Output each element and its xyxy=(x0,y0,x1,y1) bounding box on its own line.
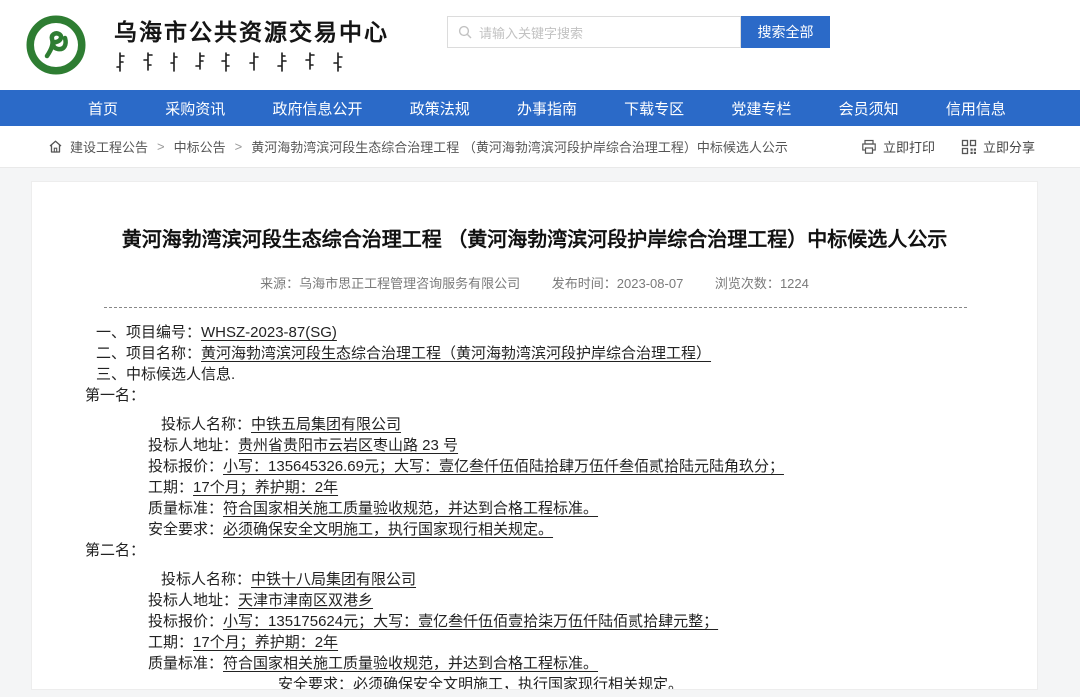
candidate-1-bid-price: 投标报价：小写：135645326.69元；大写：壹亿叁仟伍佰陆拾肆万伍仟叁佰贰… xyxy=(148,456,1037,477)
meta-views-label: 浏览次数： xyxy=(715,276,780,291)
nav-item-policies[interactable]: 政策法规 xyxy=(410,98,470,119)
candidate-1-safety-requirement: 安全要求：必须确保安全文明施工，执行国家现行相关规定。 xyxy=(148,519,1037,540)
candidate-2-duration: 工期：17个月；养护期：2年 xyxy=(148,632,1037,653)
candidate-2-rank: 第二名： xyxy=(85,540,1037,561)
site-title: 乌海市公共资源交易中心 xyxy=(114,13,389,47)
nav-item-gov-info[interactable]: 政府信息公开 xyxy=(272,98,362,119)
nav-item-procurement-news[interactable]: 采购资讯 xyxy=(165,98,225,119)
meta-source: 来源：乌海市思正工程管理咨询服务有限公司 xyxy=(260,276,520,291)
candidate-1-rank: 第一名： xyxy=(85,385,1037,406)
field-value: 中铁十八局集团有限公司 xyxy=(251,571,416,588)
candidate-1-bidder-name: 投标人名称：中铁五局集团有限公司 xyxy=(161,414,1037,435)
nav-item-party-building[interactable]: 党建专栏 xyxy=(731,98,791,119)
qr-share-icon xyxy=(961,139,977,155)
field-label: 投标报价： xyxy=(148,458,223,475)
candidates-heading-label: 三、中标候选人信息. xyxy=(96,366,235,383)
field-label: 投标人地址： xyxy=(148,437,238,454)
project-number-label: 一、项目编号： xyxy=(96,324,201,341)
article-body: 一、项目编号：WHSZ-2023-87(SG) 二、项目名称：黄河海勃湾滨河段生… xyxy=(32,322,1037,690)
project-number-value: WHSZ-2023-87(SG) xyxy=(201,324,337,341)
breadcrumb: 建设工程公告 > 中标公告 > 黄河海勃湾滨河段生态综合治理工程 （黄河海勃湾滨… xyxy=(48,137,788,156)
field-value: 小写：135175624元；大写：壹亿叁仟伍佰壹拾柒万伍仟陆佰贰拾肆元整； xyxy=(223,613,718,630)
field-value: 天津市津南区双港乡 xyxy=(238,592,373,609)
share-button[interactable]: 立即分享 xyxy=(961,137,1035,156)
field-label: 工期： xyxy=(148,634,193,651)
brand-block: 乌海市公共资源交易中心 xyxy=(114,13,389,78)
project-number-line: 一、项目编号：WHSZ-2023-87(SG) xyxy=(96,322,1037,343)
search-all-button[interactable]: 搜索全部 xyxy=(741,16,830,48)
field-label: 安全要求： xyxy=(278,676,353,690)
meta-source-value: 乌海市思正工程管理咨询服务有限公司 xyxy=(299,276,520,291)
field-label: 投标人名称： xyxy=(161,416,251,433)
breadcrumb-current-page: 黄河海勃湾滨河段生态综合治理工程 （黄河海勃湾滨河段护岸综合治理工程）中标候选人… xyxy=(251,137,788,156)
field-value: 必须确保安全文明施工，执行国家现行相关规定。 xyxy=(353,676,683,690)
field-label: 投标人名称： xyxy=(161,571,251,588)
project-name-line: 二、项目名称：黄河海勃湾滨河段生态综合治理工程（黄河海勃湾滨河段护岸综合治理工程… xyxy=(96,343,1037,364)
search-bar: 请输入关键字搜索 搜索全部 xyxy=(447,16,830,48)
page-actions: 立即打印 立即分享 xyxy=(861,137,1035,156)
field-label: 质量标准： xyxy=(148,500,223,517)
meta-views-value: 1224 xyxy=(780,276,809,291)
candidate-1-bidder-address: 投标人地址：贵州省贵阳市云岩区枣山路 23 号 xyxy=(148,435,1037,456)
candidate-2-quality-standard: 质量标准：符合国家相关施工质量验收规范，并达到合格工程标准。 xyxy=(148,653,1037,674)
search-input[interactable]: 请输入关键字搜索 xyxy=(447,16,741,48)
search-placeholder: 请输入关键字搜索 xyxy=(479,23,583,42)
field-value: 必须确保安全文明施工，执行国家现行相关规定。 xyxy=(223,521,553,538)
project-name-value: 黄河海勃湾滨河段生态综合治理工程（黄河海勃湾滨河段护岸综合治理工程） xyxy=(201,345,711,362)
meta-source-label: 来源： xyxy=(260,276,299,291)
field-value: 符合国家相关施工质量验收规范，并达到合格工程标准。 xyxy=(223,500,598,517)
nav-item-downloads[interactable]: 下载专区 xyxy=(624,98,684,119)
home-icon xyxy=(48,139,63,154)
mongolian-script-text xyxy=(114,51,352,73)
field-value: 17个月；养护期：2年 xyxy=(193,634,338,651)
article-title: 黄河海勃湾滨河段生态综合治理工程 （黄河海勃湾滨河段护岸综合治理工程）中标候选人… xyxy=(32,182,1037,254)
print-label: 立即打印 xyxy=(883,137,935,156)
field-label: 安全要求： xyxy=(148,521,223,538)
candidate-1-quality-standard: 质量标准：符合国家相关施工质量验收规范，并达到合格工程标准。 xyxy=(148,498,1037,519)
field-label: 投标报价： xyxy=(148,613,223,630)
breadcrumb-bar: 建设工程公告 > 中标公告 > 黄河海勃湾滨河段生态综合治理工程 （黄河海勃湾滨… xyxy=(0,126,1080,168)
field-value: 17个月；养护期：2年 xyxy=(193,479,338,496)
candidate-1-duration: 工期：17个月；养护期：2年 xyxy=(148,477,1037,498)
site-logo-icon[interactable] xyxy=(25,14,87,76)
field-value: 小写：135645326.69元；大写：壹亿叁仟伍佰陆拾肆万伍仟叁佰贰拾陆元陆角… xyxy=(223,458,784,475)
share-label: 立即分享 xyxy=(983,137,1035,156)
meta-date-value: 2023-08-07 xyxy=(617,276,684,291)
field-value: 贵州省贵阳市云岩区枣山路 23 号 xyxy=(238,437,458,454)
field-value: 中铁五局集团有限公司 xyxy=(251,416,401,433)
candidate-2-bidder-name: 投标人名称：中铁十八局集团有限公司 xyxy=(161,569,1037,590)
project-name-label: 二、项目名称： xyxy=(96,345,201,362)
breadcrumb-separator: > xyxy=(157,139,165,154)
meta-date: 发布时间：2023-08-07 xyxy=(552,276,684,291)
search-icon xyxy=(458,25,472,39)
field-value: 符合国家相关施工质量验收规范，并达到合格工程标准。 xyxy=(223,655,598,672)
meta-views: 浏览次数：1224 xyxy=(715,276,809,291)
candidates-section-heading: 三、中标候选人信息. xyxy=(96,364,1037,385)
candidate-2-bidder-address: 投标人地址：天津市津南区双港乡 xyxy=(148,590,1037,611)
print-icon xyxy=(861,139,877,155)
breadcrumb-item-award-notices[interactable]: 中标公告 xyxy=(174,137,226,156)
breadcrumb-item-construction-notices[interactable]: 建设工程公告 xyxy=(70,137,148,156)
field-label: 投标人地址： xyxy=(148,592,238,609)
nav-item-credit-info[interactable]: 信用信息 xyxy=(946,98,1006,119)
candidate-2-safety-requirement: 安全要求：必须确保安全文明施工，执行国家现行相关规定。 xyxy=(278,674,1037,690)
print-button[interactable]: 立即打印 xyxy=(861,137,935,156)
meta-date-label: 发布时间： xyxy=(552,276,617,291)
nav-item-service-guide[interactable]: 办事指南 xyxy=(517,98,577,119)
dashed-separator xyxy=(104,307,967,308)
breadcrumb-separator: > xyxy=(235,139,243,154)
article-meta: 来源：乌海市思正工程管理咨询服务有限公司 发布时间：2023-08-07 浏览次… xyxy=(32,273,1037,292)
field-label: 质量标准： xyxy=(148,655,223,672)
main-nav: 首页 采购资讯 政府信息公开 政策法规 办事指南 下载专区 党建专栏 会员须知 … xyxy=(0,90,1080,126)
field-label: 工期： xyxy=(148,479,193,496)
nav-item-member-notice[interactable]: 会员须知 xyxy=(839,98,899,119)
candidate-2-bid-price: 投标报价：小写：135175624元；大写：壹亿叁仟伍佰壹拾柒万伍仟陆佰贰拾肆元… xyxy=(148,611,1037,632)
article-card: 黄河海勃湾滨河段生态综合治理工程 （黄河海勃湾滨河段护岸综合治理工程）中标候选人… xyxy=(31,181,1038,690)
site-header: 乌海市公共资源交易中心 请输入关键字搜索 搜索全部 xyxy=(0,0,1080,90)
nav-item-home[interactable]: 首页 xyxy=(88,98,118,119)
